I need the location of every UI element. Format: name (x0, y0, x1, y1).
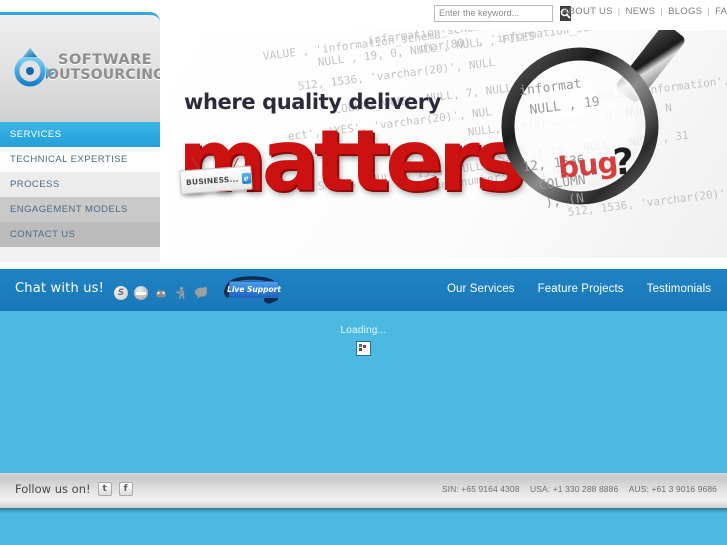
bottom-blue-area (0, 508, 727, 545)
chat-with-us-label: Chat with us! (15, 281, 105, 296)
nav-testimonials[interactable]: Testimonials (647, 283, 711, 295)
logo-container[interactable]: SOFTWARE OUTSOURCING (0, 15, 160, 125)
search-box[interactable] (434, 5, 571, 22)
sidebar-item-label: SERVICES (10, 129, 62, 140)
nav-feature-projects[interactable]: Feature Projects (538, 283, 624, 295)
chatbar-nav: Our Services Feature Projects Testimonia… (447, 283, 711, 295)
live-support-button[interactable]: Live Support (222, 276, 282, 304)
sidebar-item-contact-us[interactable]: CONTACT US (0, 222, 160, 247)
follow-us-group: Follow us on! t f (15, 482, 133, 496)
sidebar-item-engagement-models[interactable]: ENGAGEMENT MODELS (0, 197, 160, 222)
nav-separator: | (617, 6, 621, 17)
logo-wordmark: SOFTWARE OUTSOURCING (47, 52, 160, 83)
sidebar-item-process[interactable]: PROCESS (0, 172, 160, 197)
logo-line-1: SOFTWARE (58, 52, 153, 68)
page-root: ABOUT US | NEWS | BLOGS | FAQS | (0, 0, 727, 545)
main-content-area: Loading... (0, 311, 727, 473)
sidebar-item-label: CONTACT US (10, 229, 76, 240)
phone-singapore: SIN: +65 9164 4308 (441, 484, 520, 494)
phone-australia: AUS: +61 3 9016 9686 (628, 484, 717, 494)
aim-messenger-icon[interactable] (174, 286, 188, 300)
magnifying-glass-image: informat NULL , 19 12, 1536 COLUMN ), (N (488, 30, 727, 220)
footer-phone-numbers: SIN: +65 9164 4308 USA: +1 330 288 8886 … (442, 484, 717, 494)
loading-text: Loading... (340, 325, 387, 336)
logo-line-2: OUTSOURCING (47, 67, 160, 84)
nav-separator: | (707, 6, 711, 17)
top-nav: ABOUT US | NEWS | BLOGS | FAQS | (562, 6, 727, 17)
yahoo-messenger-icon[interactable] (154, 286, 168, 300)
sidebar-item-technical-expertise[interactable]: TECHNICAL EXPERTISE (0, 147, 160, 172)
sidebar-nav: SERVICES TECHNICAL EXPERTISE PROCESS ENG… (0, 122, 160, 247)
business-tag-badge: BUSINESS... e (179, 165, 253, 195)
msn-messenger-icon[interactable] (134, 286, 148, 300)
banner-headline: where quality delivery (184, 90, 441, 114)
live-support-label: Live Support (227, 285, 281, 294)
banner-bug-word: bug (556, 145, 619, 185)
business-tag-label: BUSINESS... (185, 173, 239, 187)
live-support-badge[interactable]: Live Support (227, 281, 281, 298)
top-nav-about-us[interactable]: ABOUT US (562, 6, 613, 17)
top-nav-news[interactable]: NEWS (626, 6, 656, 17)
phone-usa: USA: +1 330 288 8886 (530, 484, 619, 494)
facebook-icon[interactable]: f (118, 482, 133, 496)
sidebar-item-services[interactable]: SERVICES (0, 122, 160, 147)
sidebar-item-label: TECHNICAL EXPERTISE (10, 154, 128, 165)
footer-bar: Follow us on! t f SIN: +65 9164 4308 USA… (0, 473, 727, 508)
sidebar-item-label: PROCESS (10, 179, 60, 190)
twitter-icon[interactable]: t (97, 482, 112, 496)
chat-bubble-icon[interactable] (194, 286, 208, 300)
nav-separator: | (660, 6, 664, 17)
nav-our-services[interactable]: Our Services (447, 283, 515, 295)
ie-browser-icon: e (241, 172, 252, 184)
banner-bug-question-mark: ? (611, 141, 636, 184)
hero-banner[interactable]: information_schema', 'YES', 'EVE NULL , … (168, 30, 727, 258)
broken-image-icon (356, 341, 371, 356)
top-nav-faqs[interactable]: FAQS (715, 6, 727, 17)
top-nav-blogs[interactable]: BLOGS (668, 6, 702, 17)
skype-icon[interactable]: S (114, 286, 128, 300)
footer-shadow (0, 508, 727, 513)
follow-us-label: Follow us on! (15, 482, 91, 496)
loading-indicator: Loading... (0, 311, 727, 356)
search-input[interactable] (435, 6, 560, 21)
chat-icon-group: S (114, 286, 208, 300)
sidebar-item-label: ENGAGEMENT MODELS (10, 204, 128, 215)
